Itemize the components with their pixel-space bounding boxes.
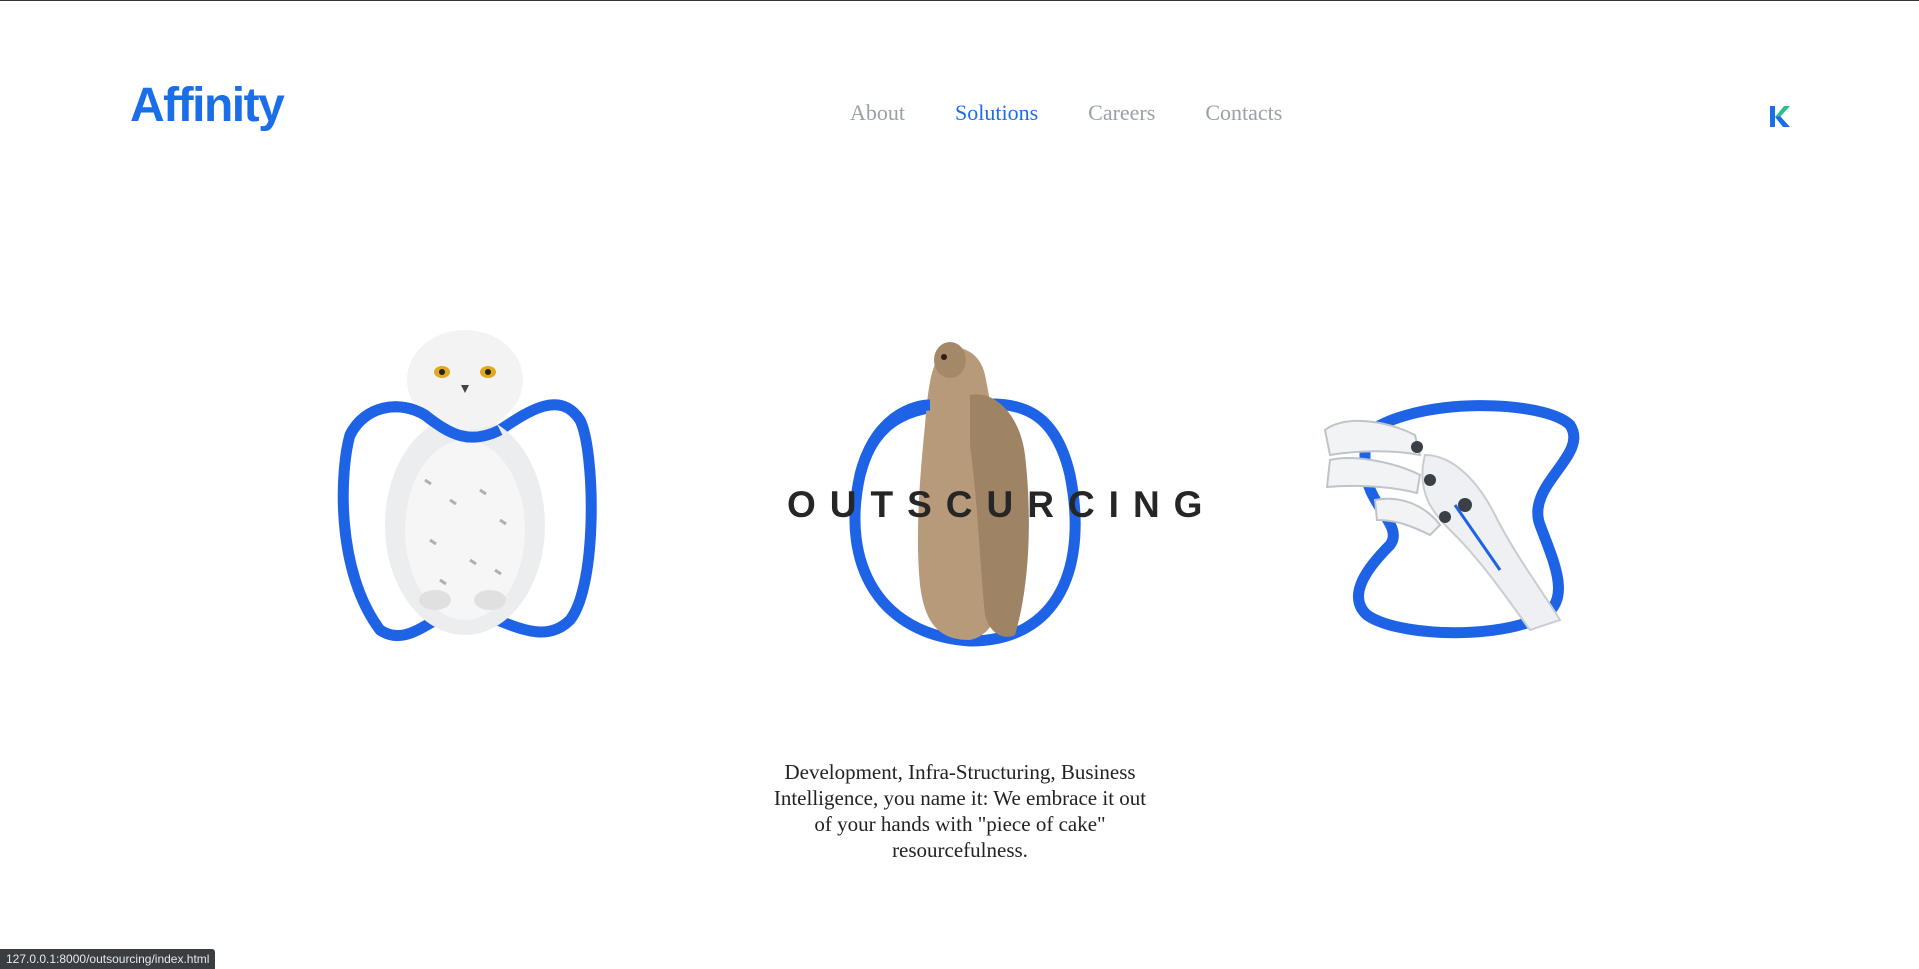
nav-careers[interactable]: Careers <box>1088 100 1155 126</box>
nav-contacts[interactable]: Contacts <box>1205 100 1282 126</box>
status-bar-url: 127.0.0.1:8000/outsourcing/index.html <box>0 949 216 969</box>
robotic-hand-image <box>1323 400 1580 639</box>
site-logo[interactable]: Affinity <box>130 78 285 133</box>
hero-headline: OUTSCURCING <box>787 484 1217 525</box>
k-logo-icon[interactable] <box>1768 103 1792 129</box>
robot-hand-card[interactable] <box>1305 395 1595 645</box>
window-top-border <box>0 0 1919 1</box>
snowy-owl-image <box>337 330 597 642</box>
nav-about[interactable]: About <box>850 100 905 126</box>
owl-card[interactable] <box>330 330 600 642</box>
nav-solutions[interactable]: Solutions <box>955 100 1038 126</box>
hero-description: Development, Infra-Structuring, Business… <box>773 760 1147 862</box>
main-nav: About Solutions Careers Contacts <box>850 100 1332 126</box>
